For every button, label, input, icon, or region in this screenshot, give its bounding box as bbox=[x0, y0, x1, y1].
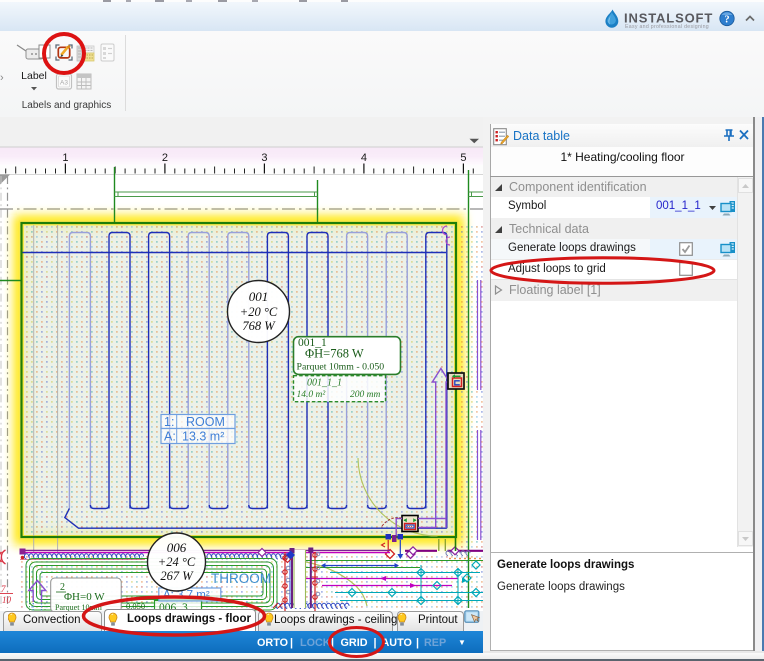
svg-text:5: 5 bbox=[460, 152, 466, 164]
svg-text:200 mm: 200 mm bbox=[350, 390, 380, 400]
svg-text:001_1_1: 001_1_1 bbox=[307, 378, 342, 389]
svg-text:7: 7 bbox=[1, 584, 6, 594]
svg-text:ΦH=768 W: ΦH=768 W bbox=[305, 347, 364, 361]
svg-text:ROOM: ROOM bbox=[186, 415, 225, 429]
svg-text:14.0 m²: 14.0 m² bbox=[297, 390, 326, 400]
svg-text:1:: 1: bbox=[164, 415, 174, 429]
svg-text:A:: A: bbox=[164, 430, 176, 444]
svg-text:Easy and professional designin: Easy and professional designing bbox=[625, 24, 709, 30]
svg-text:A: 3.7 m²: A: 3.7 m² bbox=[163, 590, 210, 602]
svg-text:3: 3 bbox=[261, 152, 267, 164]
svg-text:1: 1 bbox=[62, 152, 68, 164]
svg-text:4: 4 bbox=[361, 152, 367, 164]
svg-text:ΦH=0 W: ΦH=0 W bbox=[64, 591, 105, 603]
svg-text:10: 10 bbox=[2, 595, 12, 605]
svg-text:2: 2 bbox=[162, 152, 168, 164]
svg-text:A3: A3 bbox=[60, 80, 68, 87]
svg-text:?: ? bbox=[724, 14, 729, 25]
svg-text:768 W: 768 W bbox=[242, 319, 276, 333]
svg-text:13.3 m²: 13.3 m² bbox=[182, 430, 224, 444]
svg-text:267 W: 267 W bbox=[160, 569, 194, 583]
svg-text:THROOM: THROOM bbox=[211, 571, 271, 586]
svg-text:+20 °C: +20 °C bbox=[240, 305, 278, 319]
svg-text:001: 001 bbox=[249, 289, 269, 304]
svg-text:006: 006 bbox=[167, 540, 187, 555]
svg-text:+24 °C: +24 °C bbox=[158, 555, 196, 569]
svg-text:Parquet 10mm - 0.050: Parquet 10mm - 0.050 bbox=[297, 362, 385, 373]
